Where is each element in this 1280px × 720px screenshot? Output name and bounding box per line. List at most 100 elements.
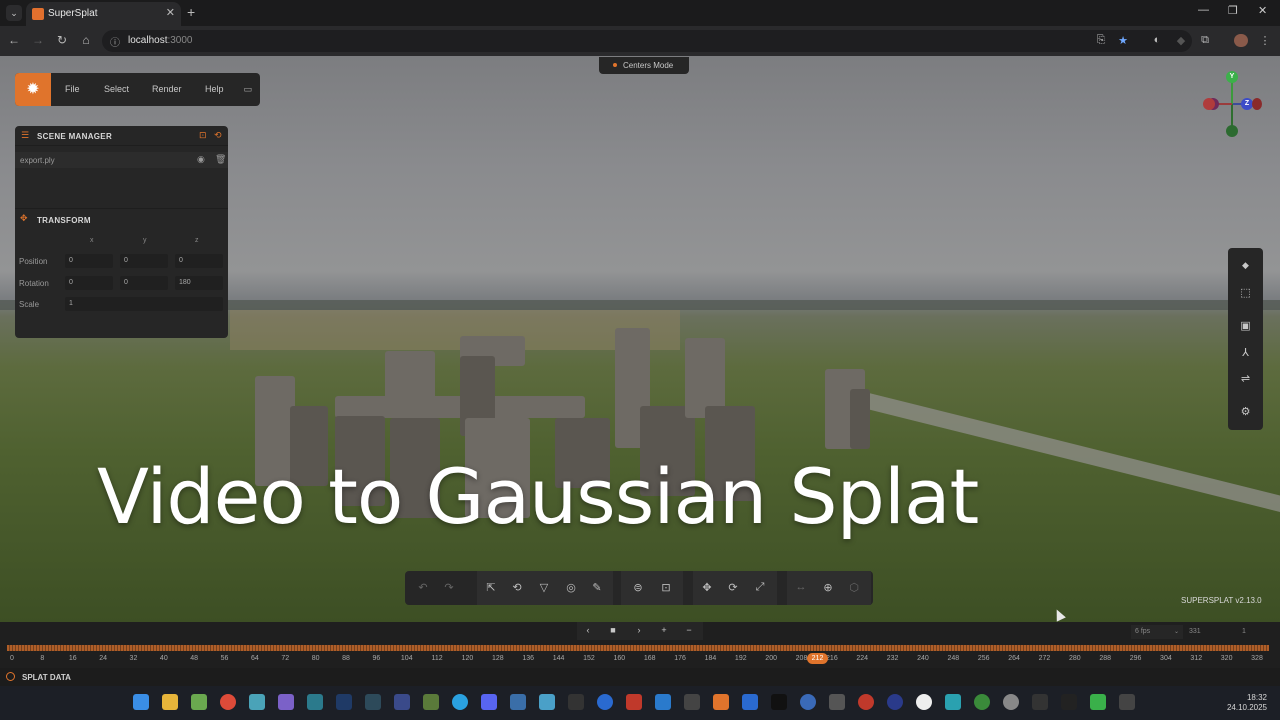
rotation-x-input[interactable]: 0 — [65, 276, 113, 290]
collapse-menu-icon[interactable]: ▭ — [243, 84, 252, 95]
photoshop-icon[interactable] — [336, 694, 352, 710]
keyframe-value[interactable]: 1 — [1242, 628, 1246, 635]
eraser-icon[interactable]: ✎ — [589, 581, 605, 594]
show-hide-splats-icon[interactable]: ◆ — [1228, 260, 1263, 271]
terminal-icon[interactable] — [568, 694, 584, 710]
minimize-icon[interactable]: — — [1198, 4, 1209, 16]
scene-item[interactable]: export.ply ◉ 🗑 — [15, 152, 228, 168]
chrome-icon[interactable] — [220, 694, 236, 710]
camera-frame-icon[interactable]: ⬚ — [1228, 286, 1263, 299]
lasso-select-icon[interactable]: ⟲ — [509, 581, 525, 594]
extension-icon[interactable]: ◐ — [1150, 34, 1164, 46]
scale-input[interactable]: 1 — [65, 297, 223, 311]
file-explorer-icon[interactable] — [162, 694, 178, 710]
scale-icon[interactable]: ⤢ — [752, 581, 768, 594]
picker-select-icon[interactable]: ⇱ — [483, 581, 499, 594]
bookmark-star-icon[interactable]: ★ — [1116, 34, 1130, 47]
profile-avatar[interactable] — [1234, 34, 1248, 47]
app-icon[interactable] — [771, 694, 787, 710]
app-icon[interactable] — [742, 694, 758, 710]
app-icon[interactable] — [597, 694, 613, 710]
settings-gear-icon[interactable]: ⚙ — [1228, 405, 1263, 418]
app-icon[interactable] — [307, 694, 323, 710]
gizmo-neg-x-ball[interactable] — [1252, 98, 1262, 110]
site-info-icon[interactable]: ⓘ — [110, 34, 120, 49]
menu-help[interactable]: Help — [205, 84, 224, 94]
app-icon[interactable] — [858, 694, 874, 710]
menu-render[interactable]: Render — [152, 84, 182, 94]
undo-icon[interactable]: ↶ — [415, 581, 431, 594]
app-icon[interactable] — [1119, 694, 1135, 710]
close-tab-icon[interactable]: ✕ — [166, 6, 175, 19]
extensions-puzzle-icon[interactable]: ⧉ — [1198, 34, 1212, 47]
vscode-icon[interactable] — [655, 694, 671, 710]
app-icon[interactable] — [887, 694, 903, 710]
sphere-select-icon[interactable]: ⊜ — [630, 581, 646, 594]
position-y-input[interactable]: 0 — [120, 254, 168, 268]
world-space-icon[interactable]: ⊕ — [820, 581, 836, 594]
filezilla-icon[interactable] — [626, 694, 642, 710]
delete-trash-icon[interactable]: 🗑 — [215, 154, 226, 165]
address-bar[interactable]: ⓘ localhost:3000 ⎘ ★ — [102, 30, 1192, 52]
extension-2-icon[interactable]: ◆ — [1174, 34, 1188, 47]
current-frame-marker[interactable]: 212 — [807, 653, 828, 664]
menu-select[interactable]: Select — [104, 84, 129, 94]
home-icon[interactable]: ⌂ — [78, 33, 94, 47]
stop-icon[interactable]: ■ — [606, 625, 620, 635]
box-select-icon[interactable]: ⊡ — [658, 581, 674, 594]
gizmo-x-ball[interactable] — [1203, 98, 1215, 110]
supersplat-taskbar-icon[interactable] — [713, 694, 729, 710]
restore-icon[interactable]: ❐ — [1228, 4, 1238, 17]
new-tab-icon[interactable]: + — [187, 4, 195, 20]
gizmo-neg-y-ball[interactable] — [1226, 125, 1238, 137]
app-icon[interactable] — [1032, 694, 1048, 710]
app-icon[interactable] — [278, 694, 294, 710]
scene-manager-header[interactable]: ☰ SCENE MANAGER ⊡ ⟲ — [15, 126, 228, 146]
prev-frame-icon[interactable]: ‹ — [581, 625, 595, 635]
app-icon[interactable] — [1090, 694, 1106, 710]
rotation-z-input[interactable]: 180 — [175, 276, 223, 290]
app-icon[interactable] — [829, 694, 845, 710]
brush-select-icon[interactable]: ◎ — [563, 581, 579, 594]
polygon-select-icon[interactable]: ▽ — [536, 581, 552, 594]
next-frame-icon[interactable]: › — [632, 625, 646, 635]
rotate-icon[interactable]: ⟳ — [725, 581, 741, 594]
app-icon[interactable] — [684, 694, 700, 710]
app-icon[interactable] — [1061, 694, 1077, 710]
frame-count[interactable]: 331 — [1189, 628, 1201, 635]
redo-icon[interactable]: ↷ — [441, 581, 457, 594]
position-x-input[interactable]: 0 — [65, 254, 113, 268]
gizmo-y-ball[interactable]: Y — [1226, 71, 1238, 83]
color-adjust-icon[interactable]: ⇌ — [1228, 372, 1263, 385]
lightroom-icon[interactable] — [365, 694, 381, 710]
menu-file[interactable]: File — [65, 84, 80, 94]
fps-select[interactable]: 6 fps ⌄ — [1131, 625, 1183, 639]
telegram-icon[interactable] — [452, 694, 468, 710]
app-icon[interactable] — [539, 694, 555, 710]
discord-icon[interactable] — [481, 694, 497, 710]
transform-header[interactable]: ✥ TRANSFORM — [15, 208, 228, 228]
frame-selection-icon[interactable]: ▣ — [1228, 319, 1263, 332]
app-icon[interactable] — [249, 694, 265, 710]
app-icon[interactable] — [510, 694, 526, 710]
centers-mode-indicator[interactable]: Centers Mode — [599, 57, 689, 74]
app-icon[interactable] — [191, 694, 207, 710]
timeline-track[interactable] — [7, 645, 1269, 651]
browser-tab[interactable]: SuperSplat ✕ — [26, 2, 181, 26]
app-icon[interactable] — [1003, 694, 1019, 710]
app-icon[interactable] — [423, 694, 439, 710]
camera-reset-icon[interactable]: ⅄ — [1228, 346, 1263, 359]
add-keyframe-icon[interactable]: + — [657, 625, 671, 635]
system-clock[interactable]: 18:32 24.10.2025 — [1217, 693, 1267, 713]
start-icon[interactable] — [133, 694, 149, 710]
close-window-icon[interactable]: ✕ — [1258, 4, 1267, 17]
measure-icon[interactable]: ↔ — [793, 581, 809, 593]
app-icon[interactable] — [916, 694, 932, 710]
install-app-icon[interactable]: ⎘ — [1094, 34, 1108, 47]
app-icon[interactable] — [974, 694, 990, 710]
app-icon[interactable] — [945, 694, 961, 710]
translate-icon[interactable]: ✥ — [699, 581, 715, 594]
app-icon[interactable] — [800, 694, 816, 710]
reload-icon[interactable]: ↻ — [54, 33, 70, 47]
supersplat-logo-icon[interactable]: ✹ — [15, 73, 51, 106]
